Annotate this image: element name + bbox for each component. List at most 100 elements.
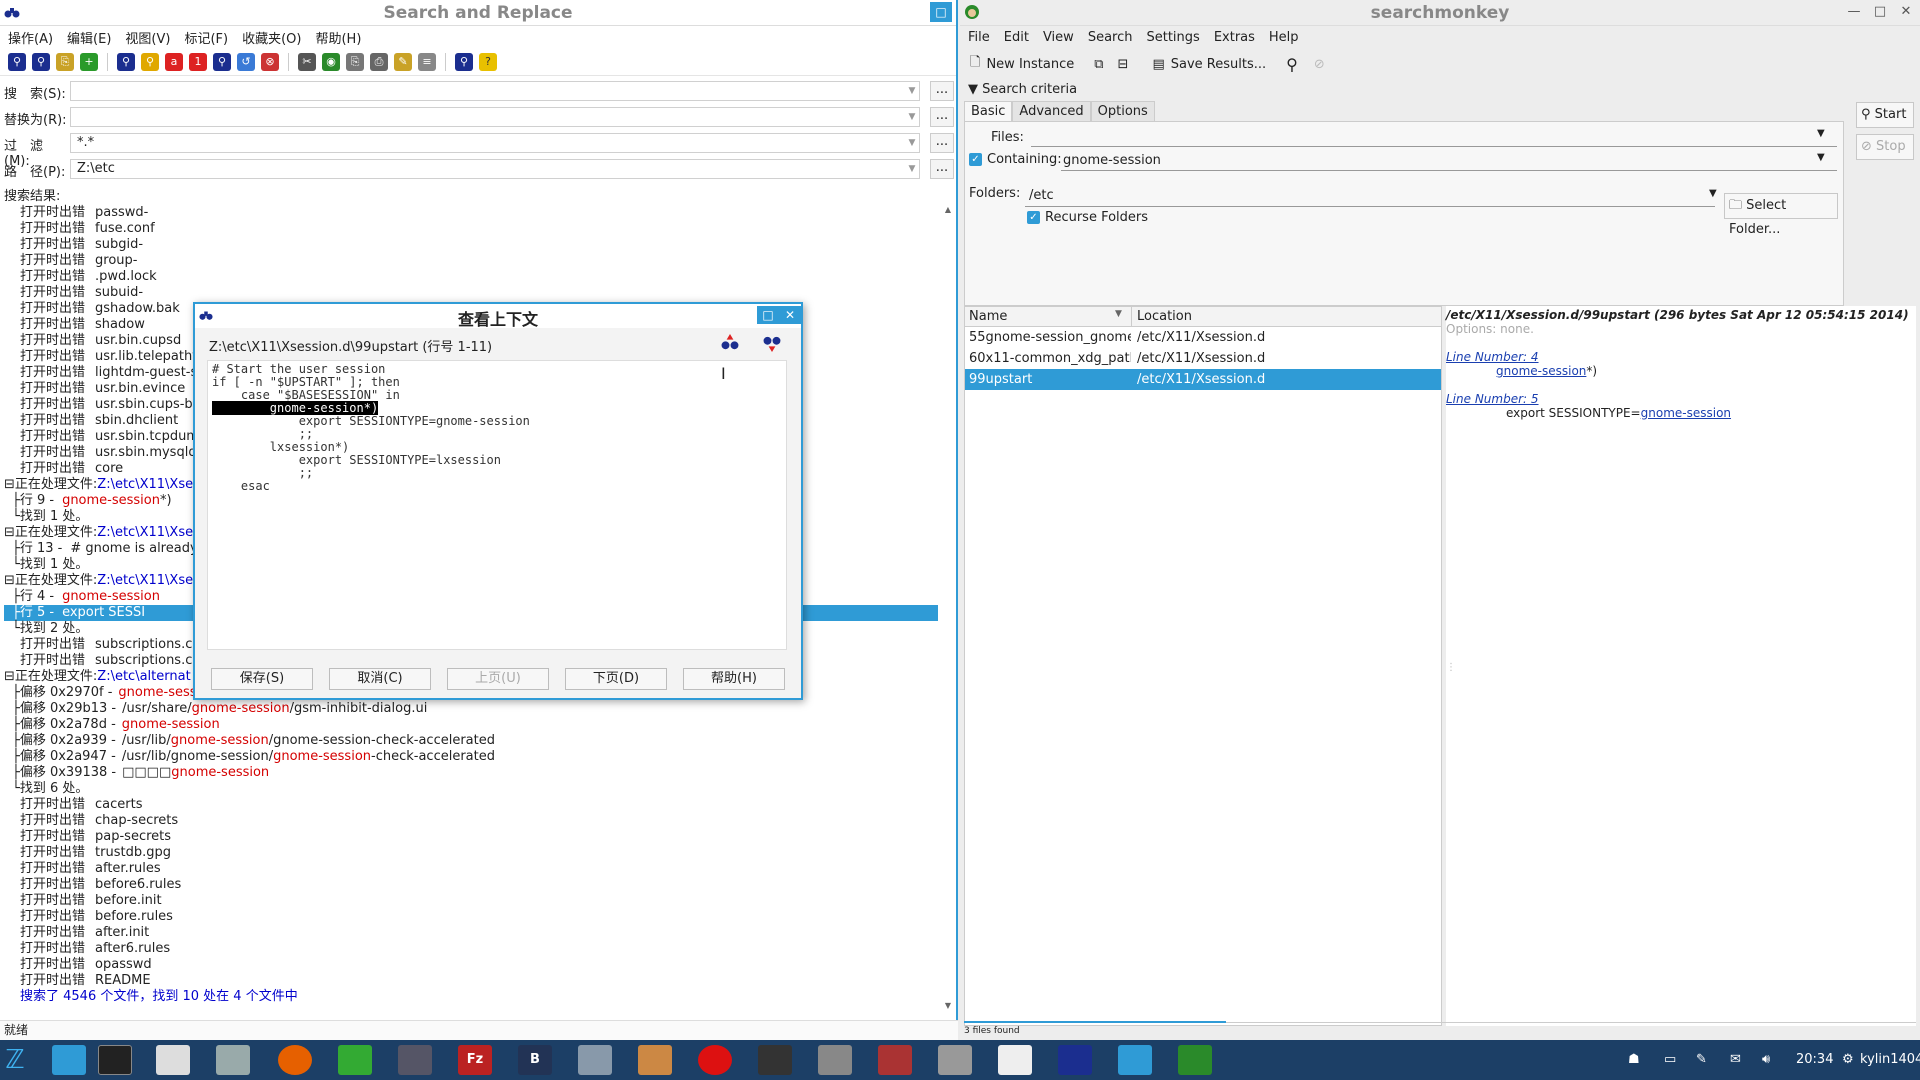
gear-icon[interactable]: ⚙ <box>1842 1040 1854 1080</box>
prev-page-button[interactable]: 上页(U) <box>447 668 549 690</box>
column-location-header[interactable]: Location <box>1137 309 1192 324</box>
list-item[interactable]: 打开时出错 cacerts <box>20 797 143 813</box>
new-instance-button[interactable]: New Instance <box>986 57 1074 72</box>
notes-icon[interactable] <box>998 1045 1032 1075</box>
copy-icon[interactable]: ⧉ <box>1094 57 1103 72</box>
search-icon[interactable]: ⚲ <box>8 52 26 71</box>
searchmonkey-task[interactable] <box>1178 1045 1212 1075</box>
list-item[interactable]: 打开时出错 trustdb.gpg <box>20 845 171 861</box>
replace-input[interactable] <box>70 107 920 127</box>
search-replace-icon[interactable]: ⚲ <box>32 52 50 71</box>
line-number-link[interactable]: Line Number: 5 <box>1446 392 1539 406</box>
found-count-row[interactable]: └找到 2 处。 <box>12 621 88 637</box>
filter-browse-button[interactable]: ... <box>930 133 954 153</box>
pen-tool-icon[interactable] <box>338 1045 372 1075</box>
list-item[interactable]: 打开时出错 usr.sbin.mysqld- <box>20 445 201 461</box>
folders-input[interactable]: /etc <box>1029 188 1054 203</box>
add-icon[interactable]: + <box>80 52 98 71</box>
mail-icon[interactable]: ✉ <box>1730 1040 1741 1080</box>
table-row-selected[interactable]: 99upstart /etc/X11/Xsession.d <box>965 369 1441 390</box>
find-next-icon[interactable] <box>763 334 781 352</box>
list-item[interactable]: 打开时出错 opasswd <box>20 957 152 973</box>
list-item[interactable]: 打开时出错 usr.bin.cupsd <box>20 333 181 349</box>
list-item[interactable]: 打开时出错 core <box>20 461 123 477</box>
recurse-checkbox[interactable]: ✓ <box>1027 210 1040 225</box>
box-icon[interactable] <box>638 1045 672 1075</box>
plane-icon[interactable] <box>938 1045 972 1075</box>
list-item[interactable]: 打开时出错 before.rules <box>20 909 173 925</box>
table-row[interactable]: ├偏移 0x39138 - □□□□gnome-session <box>12 765 269 781</box>
menu-edit[interactable]: 编辑(E) <box>67 28 111 47</box>
splitter-handle[interactable]: ⋮ <box>1446 662 1456 673</box>
close-icon[interactable]: ✕ <box>1896 2 1916 22</box>
text-editor-icon[interactable] <box>156 1045 190 1075</box>
copy-results-icon[interactable]: ⎘ <box>346 52 364 71</box>
path-browse-button[interactable]: ... <box>930 159 954 179</box>
monitor-icon[interactable] <box>398 1045 432 1075</box>
list-item[interactable]: 打开时出错 usr.bin.evince <box>20 381 185 397</box>
screenshot-icon[interactable] <box>578 1045 612 1075</box>
summary-row[interactable]: 搜索了 4546 个文件，找到 10 处在 4 个文件中 <box>20 989 298 1005</box>
find-highlight-icon[interactable]: ⚲ <box>141 52 159 71</box>
tree-group[interactable]: ⊟正在处理文件:Z:\etc\alternat <box>4 669 191 685</box>
display-icon[interactable]: ▭ <box>1664 1040 1676 1080</box>
help-button[interactable]: 帮助(H) <box>683 668 785 690</box>
list-item[interactable]: 打开时出错 .pwd.lock <box>20 269 157 285</box>
search-browse-button[interactable]: ... <box>930 81 954 101</box>
search-icon[interactable]: ⚲ <box>1286 55 1298 74</box>
table-row[interactable]: ├行 4 - gnome-session <box>12 589 160 605</box>
opera-icon[interactable] <box>698 1045 732 1075</box>
tools-icon[interactable]: ✂ <box>298 52 316 71</box>
list-item[interactable]: 打开时出错 passwd- <box>20 205 148 221</box>
list-item[interactable]: 打开时出错 usr.lib.telepathy <box>20 349 200 365</box>
line-number-link[interactable]: Line Number: 4 <box>1446 350 1539 364</box>
table-row[interactable]: 55gnome-session_gnomerc /etc/X11/Xsessio… <box>965 327 1441 348</box>
next-page-button[interactable]: 下页(D) <box>565 668 667 690</box>
minimize-icon[interactable]: — <box>1844 2 1864 22</box>
dialog-maximize-button[interactable]: □ <box>757 306 779 324</box>
scroll-down-icon[interactable]: ▼ <box>940 1001 956 1015</box>
search-replace-task[interactable] <box>1058 1045 1092 1075</box>
tools-icon[interactable] <box>818 1045 852 1075</box>
find-abc-icon[interactable]: a <box>165 52 183 71</box>
dialog-close-button[interactable]: ✕ <box>779 306 801 324</box>
path-input[interactable]: Z:\etc <box>70 159 920 179</box>
table-row[interactable]: ├偏移 0x2a78d - gnome-session <box>12 717 220 733</box>
found-count-row[interactable]: └找到 1 处。 <box>12 509 88 525</box>
menu-help[interactable]: 帮助(H) <box>315 28 361 47</box>
list-icon[interactable]: ≡ <box>418 52 436 71</box>
maximize-icon[interactable]: □ <box>1870 2 1890 22</box>
tree-group[interactable]: ⊟正在处理文件:Z:\etc\X11\Xse <box>4 525 193 541</box>
find-123-icon[interactable]: 1 <box>189 52 207 71</box>
list-item[interactable]: 打开时出错 usr.sbin.cups-br <box>20 397 198 413</box>
table-row[interactable]: ├偏移 0x29b13 - /usr/share/gnome-session/gs… <box>12 701 427 717</box>
menu-edit[interactable]: Edit <box>1004 30 1029 45</box>
list-item[interactable]: 打开时出错 subgid- <box>20 237 143 253</box>
filezilla-icon[interactable]: Fz <box>458 1045 492 1075</box>
list-item[interactable]: 打开时出错 README <box>20 973 151 989</box>
firefox-icon[interactable] <box>278 1045 312 1075</box>
maximize-button[interactable]: □ <box>930 2 952 22</box>
show-desktop-icon[interactable] <box>52 1045 86 1075</box>
chevron-down-icon[interactable]: ▼ <box>904 134 920 152</box>
files-input[interactable] <box>1031 146 1837 147</box>
found-count-row[interactable]: └找到 6 处。 <box>12 781 88 797</box>
table-row[interactable]: 60x11-common_xdg_path /etc/X11/Xsession.… <box>965 348 1441 369</box>
menu-extras[interactable]: Extras <box>1214 30 1255 45</box>
start-button[interactable]: ⚲ Start <box>1856 102 1914 128</box>
match-link[interactable]: gnome-session <box>1496 364 1586 378</box>
list-item[interactable]: 打开时出错 gshadow.bak <box>20 301 180 317</box>
tab-basic[interactable]: Basic <box>964 101 1013 121</box>
cancel-button[interactable]: 取消(C) <box>329 668 431 690</box>
menu-favorites[interactable]: 收藏夹(O) <box>242 28 301 47</box>
chevron-down-icon[interactable]: ▼ <box>1709 188 1717 199</box>
tab-advanced[interactable]: Advanced <box>1012 101 1091 121</box>
help-icon[interactable]: ? <box>479 52 497 71</box>
scroll-up-icon[interactable]: ▲ <box>940 205 956 219</box>
tree-group[interactable]: ⊟正在处理文件:Z:\etc\X11\Xse <box>4 477 193 493</box>
terminal-icon[interactable] <box>98 1045 132 1075</box>
stop-button[interactable]: ⊘ Stop <box>1856 134 1914 160</box>
about-icon[interactable]: ⚲ <box>455 52 473 71</box>
file-manager-icon[interactable] <box>216 1045 250 1075</box>
menu-file[interactable]: File <box>968 30 990 45</box>
